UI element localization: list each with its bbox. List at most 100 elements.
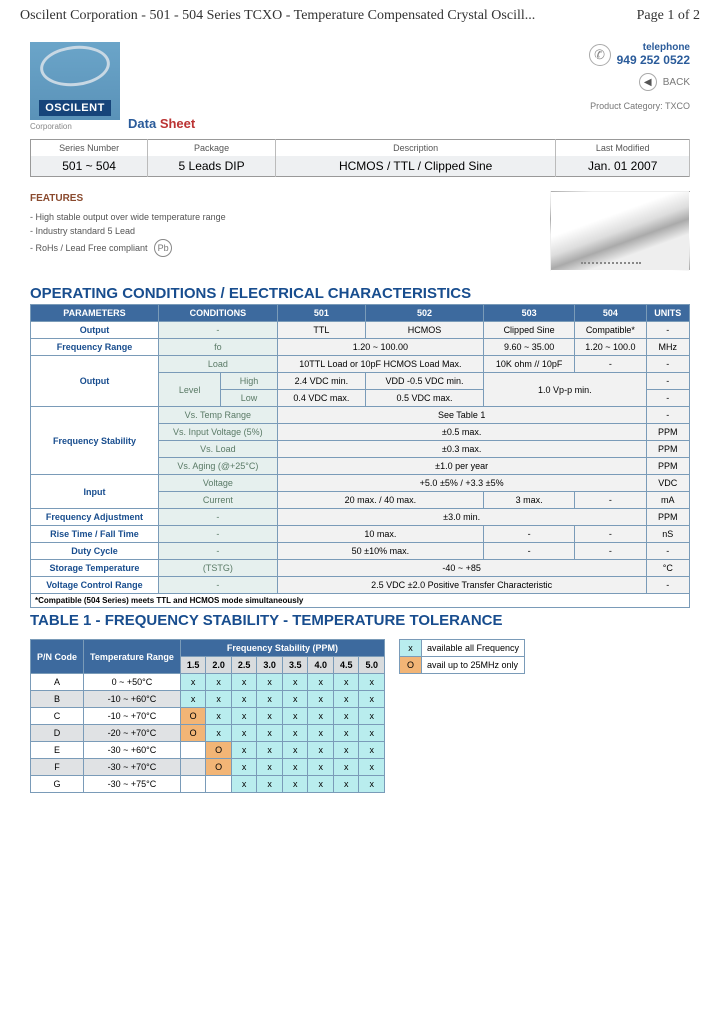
stability-cell: O [180, 725, 206, 742]
stability-cell: x [231, 759, 257, 776]
stability-cell [180, 742, 206, 759]
stability-cell: x [333, 708, 359, 725]
features-title: FEATURES [30, 191, 226, 207]
stability-cell: x [257, 776, 283, 793]
stability-cell: x [333, 725, 359, 742]
col-series: Series Number [31, 140, 148, 157]
col-package: Package [148, 140, 276, 157]
stability-cell: x [359, 691, 385, 708]
stability-cell: x [308, 759, 334, 776]
page-header: Oscilent Corporation - 501 - 504 Series … [0, 0, 720, 32]
feature-item: - RoHs / Lead Free compliant Pb [30, 239, 226, 257]
last-modified: Jan. 01 2007 [556, 156, 690, 177]
temp-range: 0 ~ +50°C [84, 674, 181, 691]
feature-item: - High stable output over wide temperatu… [30, 210, 226, 224]
header-page: Page 1 of 2 [637, 8, 700, 24]
legend-x-cell: x [400, 640, 422, 657]
temp-range: -10 ~ +70°C [84, 708, 181, 725]
stability-cell: x [257, 674, 283, 691]
stability-cell: x [282, 691, 308, 708]
feature-item: - Industry standard 5 Lead [30, 224, 226, 238]
stability-cell: x [282, 725, 308, 742]
legend-table: xavailable all Frequency Oavail up to 25… [399, 639, 525, 674]
product-image [550, 191, 690, 271]
stability-cell: x [308, 691, 334, 708]
telephone-label: telephone [617, 42, 690, 53]
pn-code: G [31, 776, 84, 793]
stability-cell: O [180, 708, 206, 725]
pn-code: A [31, 674, 84, 691]
section-table1: TABLE 1 - FREQUENCY STABILITY - TEMPERAT… [30, 612, 690, 629]
stability-cell: x [257, 691, 283, 708]
stability-cell: x [206, 674, 232, 691]
company-logo: OSCILENT [30, 42, 120, 120]
stability-cell [180, 759, 206, 776]
pn-code: E [31, 742, 84, 759]
stability-cell: x [308, 708, 334, 725]
telephone-number: 949 252 0522 [617, 53, 690, 67]
stability-cell: x [282, 674, 308, 691]
spec-table: PARAMETERS CONDITIONS 501 502 503 504 UN… [30, 304, 690, 594]
stability-cell: x [282, 708, 308, 725]
stability-cell: x [359, 674, 385, 691]
stability-cell: x [333, 776, 359, 793]
logo-name: OSCILENT [39, 100, 111, 116]
stability-cell: x [231, 674, 257, 691]
stability-cell: x [359, 725, 385, 742]
temp-range: -20 ~ +70°C [84, 725, 181, 742]
series-info-table: Series Number Package Description Last M… [30, 139, 690, 177]
stability-cell: O [206, 759, 232, 776]
stability-cell: x [231, 708, 257, 725]
stability-cell: x [282, 742, 308, 759]
section-operating-conditions: OPERATING CONDITIONS / ELECTRICAL CHARAC… [30, 285, 690, 302]
back-button[interactable]: ◀ BACK [589, 73, 690, 91]
t1-col: 1.5 [180, 657, 206, 674]
compat-footnote: *Compatible (504 Series) meets TTL and H… [30, 594, 690, 608]
stability-cell: x [282, 759, 308, 776]
header-title: Oscilent Corporation - 501 - 504 Series … [20, 8, 535, 24]
temp-range: -30 ~ +75°C [84, 776, 181, 793]
stability-cell: x [333, 674, 359, 691]
features-block: FEATURES - High stable output over wide … [30, 191, 226, 271]
legend-o-cell: O [400, 657, 422, 674]
stability-cell: x [206, 725, 232, 742]
stability-cell: x [333, 759, 359, 776]
stability-cell: x [308, 725, 334, 742]
stability-cell: x [333, 691, 359, 708]
legend-o-text: avail up to 25MHz only [422, 657, 525, 674]
stability-cell: x [180, 674, 206, 691]
pn-code: B [31, 691, 84, 708]
stability-cell: x [231, 776, 257, 793]
product-category: Product Category: TXCO [589, 101, 690, 111]
stability-cell: x [359, 759, 385, 776]
t1-col: 4.0 [308, 657, 334, 674]
pn-code: F [31, 759, 84, 776]
stability-cell: x [206, 691, 232, 708]
logo-ring-icon [38, 42, 112, 89]
pn-code: D [31, 725, 84, 742]
temp-tolerance-table: P/N Code Temperature Range Frequency Sta… [30, 639, 385, 793]
stability-cell: x [359, 776, 385, 793]
stability-cell: x [308, 776, 334, 793]
t1-col: 3.5 [282, 657, 308, 674]
logo-corporation: Corporation [30, 122, 120, 131]
legend-x-text: available all Frequency [422, 640, 525, 657]
stability-cell: x [359, 708, 385, 725]
stability-cell: x [282, 776, 308, 793]
logo-block: OSCILENT Corporation Data Sheet [30, 42, 195, 131]
pn-code: C [31, 708, 84, 725]
stability-cell [180, 776, 206, 793]
doc-type-label: Data Sheet [128, 116, 195, 131]
description: HCMOS / TTL / Clipped Sine [275, 156, 555, 177]
stability-cell: x [257, 759, 283, 776]
temp-range: -30 ~ +60°C [84, 742, 181, 759]
temp-range: -10 ~ +60°C [84, 691, 181, 708]
series-number: 501 ~ 504 [31, 156, 148, 177]
stability-cell: x [359, 742, 385, 759]
package: 5 Leads DIP [148, 156, 276, 177]
stability-cell: x [231, 725, 257, 742]
col-modified: Last Modified [556, 140, 690, 157]
lead-free-icon: Pb [154, 239, 172, 257]
stability-cell: x [333, 742, 359, 759]
t1-col: 5.0 [359, 657, 385, 674]
